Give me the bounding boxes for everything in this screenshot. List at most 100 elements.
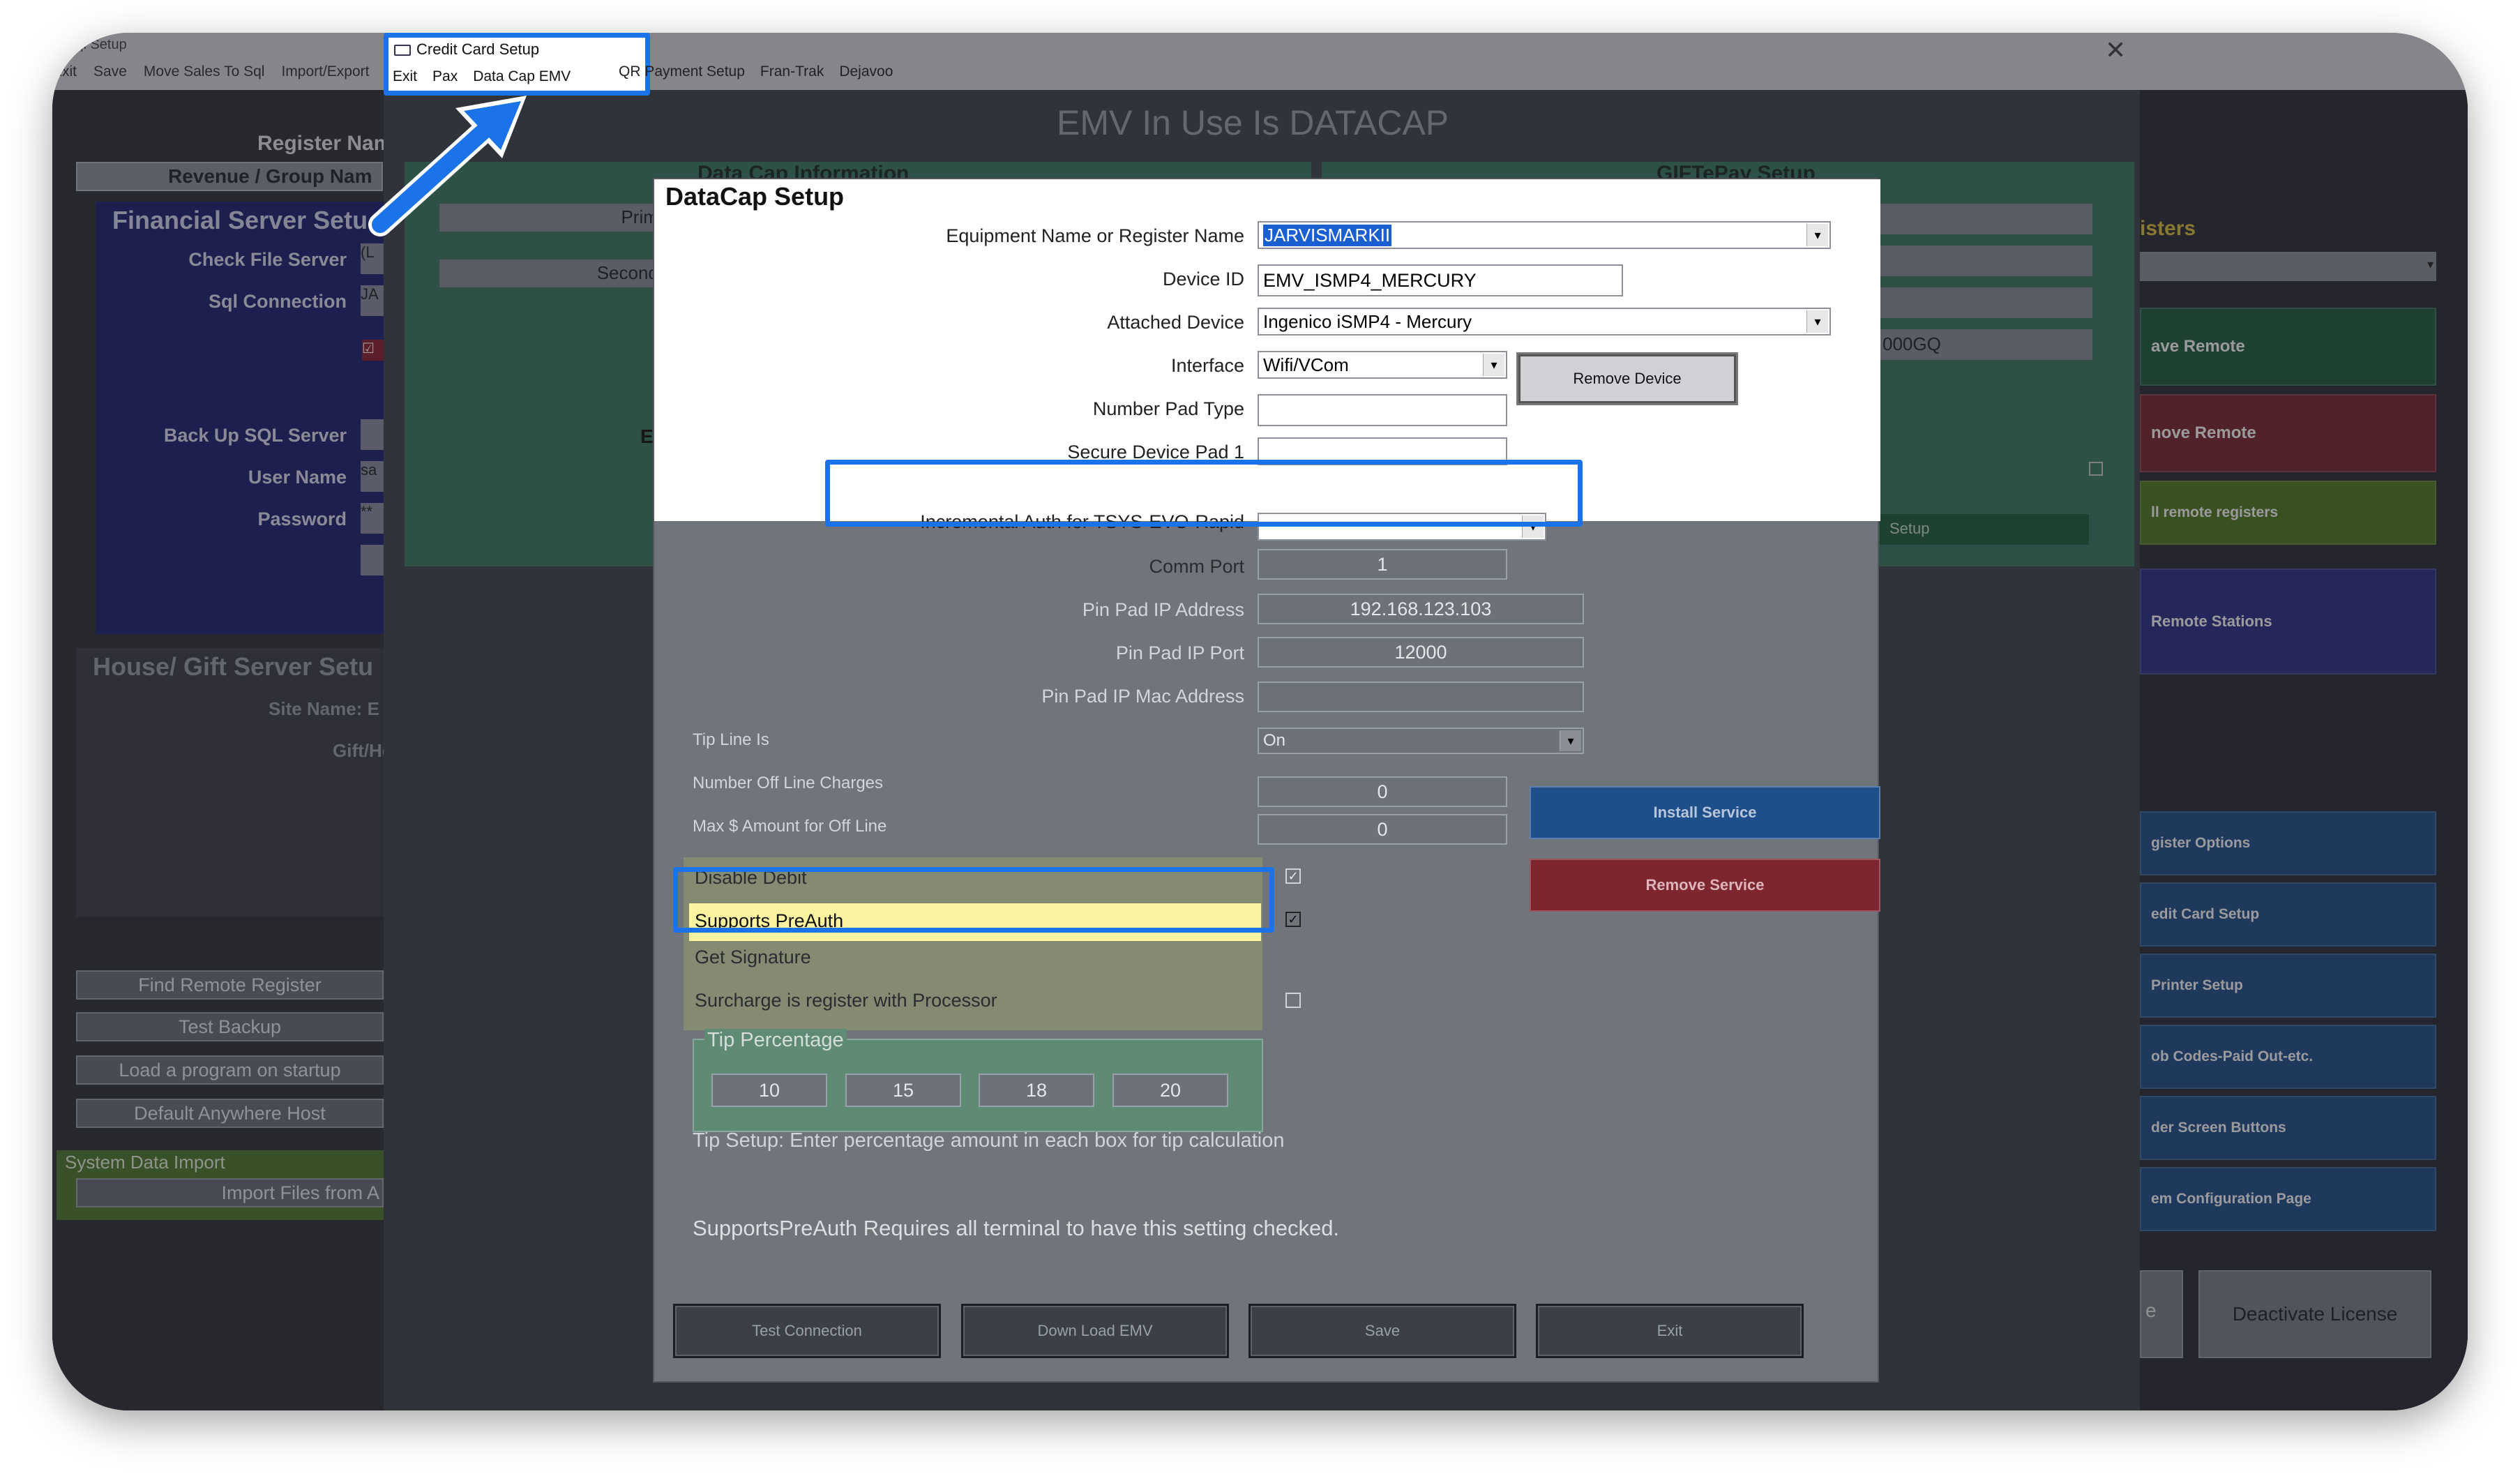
left-panel: Register Nam Revenue / Group Nam Financi… [52, 90, 405, 1410]
menu-import-export[interactable]: Import/Export [281, 63, 369, 84]
device-id-field[interactable]: EMV_ISMP4_MERCURY [1258, 264, 1623, 296]
find-remote-register-button[interactable]: Find Remote Register [76, 970, 384, 1000]
load-program-button[interactable]: Load a program on startup [76, 1055, 384, 1085]
install-service-button[interactable]: Install Service [1530, 786, 1880, 839]
remote-stations-button[interactable]: Remote Stations [2140, 569, 2436, 675]
save-button[interactable]: Save [1248, 1304, 1516, 1358]
offline-count-field[interactable]: 0 [1258, 776, 1507, 807]
menu-continuation: QR Payment Setup Fran-Trak Dejavoo [619, 63, 893, 80]
interface-select[interactable]: Wifi/VCom ▾ [1258, 351, 1507, 379]
chevron-down-icon: ▾ [2427, 257, 2434, 271]
backup-field[interactable] [361, 419, 384, 450]
pin-port-field[interactable]: 12000 [1258, 637, 1584, 668]
app-screen: Sql Setup Exit Save Move Sales To Sql Im… [52, 33, 2468, 1410]
check-file-field[interactable]: (L [361, 243, 384, 274]
password-field[interactable]: ** [361, 503, 384, 534]
system-configuration-button[interactable]: em Configuration Page [2140, 1167, 2436, 1231]
comm-port-label: Comm Port [1149, 556, 1244, 577]
house-title: House/ Gift Server Setu [93, 652, 374, 681]
extra-field[interactable] [361, 545, 384, 575]
offline-max-label: Max $ Amount for Off Line [693, 817, 887, 836]
chevron-down-icon: ▾ [1806, 224, 1828, 246]
tip-field-2[interactable]: 15 [845, 1074, 961, 1107]
financial-title: Financial Server Setu [112, 206, 368, 234]
backup-label: Back Up SQL Server [163, 425, 347, 446]
dialog-title: DataCap Setup [665, 182, 845, 211]
system-import-panel: System Data Import Import Files from A [56, 1150, 384, 1220]
chevron-down-icon: ▾ [1560, 730, 1581, 751]
tip-field-4[interactable]: 20 [1112, 1074, 1228, 1107]
sql-checkbox[interactable]: ☑ [362, 340, 384, 361]
test-connection-button[interactable]: Test Connection [673, 1304, 941, 1358]
number-pad-field[interactable] [1258, 394, 1507, 426]
username-field[interactable]: sa [361, 461, 384, 492]
tip-field-3[interactable]: 18 [979, 1074, 1094, 1107]
menu-pax[interactable]: Pax [432, 68, 458, 85]
download-emv-button[interactable]: Down Load EMV [961, 1304, 1229, 1358]
giftepay-field-3[interactable] [1880, 287, 2092, 318]
supports-preauth-checkbox[interactable]: ✓ [1285, 912, 1301, 927]
save-remote-button[interactable]: ave Remote [2140, 308, 2436, 386]
giftepay-setup-button[interactable]: Setup [1880, 514, 2089, 545]
pin-mac-field[interactable] [1258, 682, 1584, 712]
offline-count-label: Number Off Line Charges [693, 774, 884, 792]
pin-ip-field[interactable]: 192.168.123.103 [1258, 594, 1584, 624]
sql-connection-field[interactable]: JA [361, 285, 384, 316]
default-anywhere-host-button[interactable]: Default Anywhere Host [76, 1099, 384, 1128]
emv-status-title: EMV In Use Is DATACAP [1057, 103, 1449, 142]
callout-title: Credit Card Setup [416, 40, 540, 58]
menu-fran-trak[interactable]: Fran-Trak [760, 63, 824, 80]
menu-qr-payment-setup[interactable]: QR Payment Setup [619, 63, 745, 80]
equipment-select[interactable]: JARVISMARKII ▾ [1258, 221, 1831, 249]
site-name: Site Name: E [269, 698, 379, 719]
menu-save[interactable]: Save [93, 63, 127, 84]
pin-port-label: Pin Pad IP Port [1115, 642, 1244, 663]
menu-exit[interactable]: Exit [52, 63, 77, 84]
menu-dejavoo[interactable]: Dejavoo [839, 63, 893, 80]
tip-percentage-title: Tip Percentage [704, 1029, 847, 1052]
register-select[interactable]: ▾ [2140, 252, 2436, 281]
exit-button[interactable]: Exit [1536, 1304, 1804, 1358]
registers-title: isters [2140, 217, 2196, 240]
attached-device-select[interactable]: Ingenico iSMP4 - Mercury ▾ [1258, 308, 1831, 336]
test-backup-button[interactable]: Test Backup [76, 1012, 384, 1041]
tip-line-select[interactable]: On ▾ [1258, 728, 1584, 754]
remove-service-button[interactable]: Remove Service [1530, 859, 1880, 912]
all-remote-registers-button[interactable]: ll remote registers [2140, 481, 2436, 545]
house-server-panel: House/ Gift Server Setu Site Name: E Gif… [76, 648, 405, 917]
surcharge-checkbox[interactable] [1285, 993, 1301, 1008]
close-icon[interactable]: ✕ [2105, 36, 2126, 65]
tip-setup-note: Tip Setup: Enter percentage amount in ea… [693, 1129, 1285, 1152]
giftepay-field-2[interactable] [1880, 246, 2092, 276]
right-panel: isters ▾ ave Remote nove Remote ll remot… [2140, 90, 2468, 1410]
menu-move-sales[interactable]: Move Sales To Sql [144, 63, 265, 84]
order-screen-buttons-button[interactable]: der Screen Buttons [2140, 1096, 2436, 1160]
remove-remote-button[interactable]: nove Remote [2140, 394, 2436, 472]
surcharge-label: Surcharge is register with Processor [695, 990, 997, 1011]
equipment-label: Equipment Name or Register Name [946, 225, 1244, 246]
deactivate-license-button[interactable]: Deactivate License [2198, 1270, 2431, 1358]
menu-data-cap-emv[interactable]: Data Cap EMV [473, 68, 571, 85]
comm-port-field[interactable]: 1 [1258, 549, 1507, 580]
giftepay-code-field[interactable]: 000GQ [1880, 329, 2092, 360]
pin-mac-label: Pin Pad IP Mac Address [1041, 686, 1244, 707]
credit-card-setup-callout: Credit Card Setup Exit Pax Data Cap EMV [384, 33, 650, 96]
tip-field-1[interactable]: 10 [711, 1074, 827, 1107]
printer-setup-button[interactable]: Printer Setup [2140, 954, 2436, 1018]
incremental-auth-highlight [825, 460, 1583, 527]
giftepay-field-1[interactable] [1880, 204, 2092, 234]
e-button[interactable]: e [2140, 1270, 2183, 1358]
import-files-button[interactable]: Import Files from A [76, 1178, 384, 1207]
offline-max-field[interactable]: 0 [1258, 814, 1507, 845]
callout-menu: Exit Pax Data Cap EMV [393, 68, 571, 85]
preauth-note: SupportsPreAuth Requires all terminal to… [693, 1216, 1340, 1240]
job-codes-button[interactable]: ob Codes-Paid Out-etc. [2140, 1025, 2436, 1089]
revenue-button[interactable]: Revenue / Group Nam [76, 162, 383, 191]
register-options-button[interactable]: gister Options [2140, 811, 2436, 875]
credit-card-setup-button[interactable]: edit Card Setup [2140, 882, 2436, 947]
disable-debit-checkbox[interactable]: ✓ [1285, 868, 1301, 884]
menu-exit[interactable]: Exit [393, 68, 417, 85]
system-import-title: System Data Import [65, 1152, 225, 1173]
remove-device-button[interactable]: Remove Device [1516, 352, 1738, 405]
giftepay-checkbox[interactable] [2089, 462, 2103, 476]
